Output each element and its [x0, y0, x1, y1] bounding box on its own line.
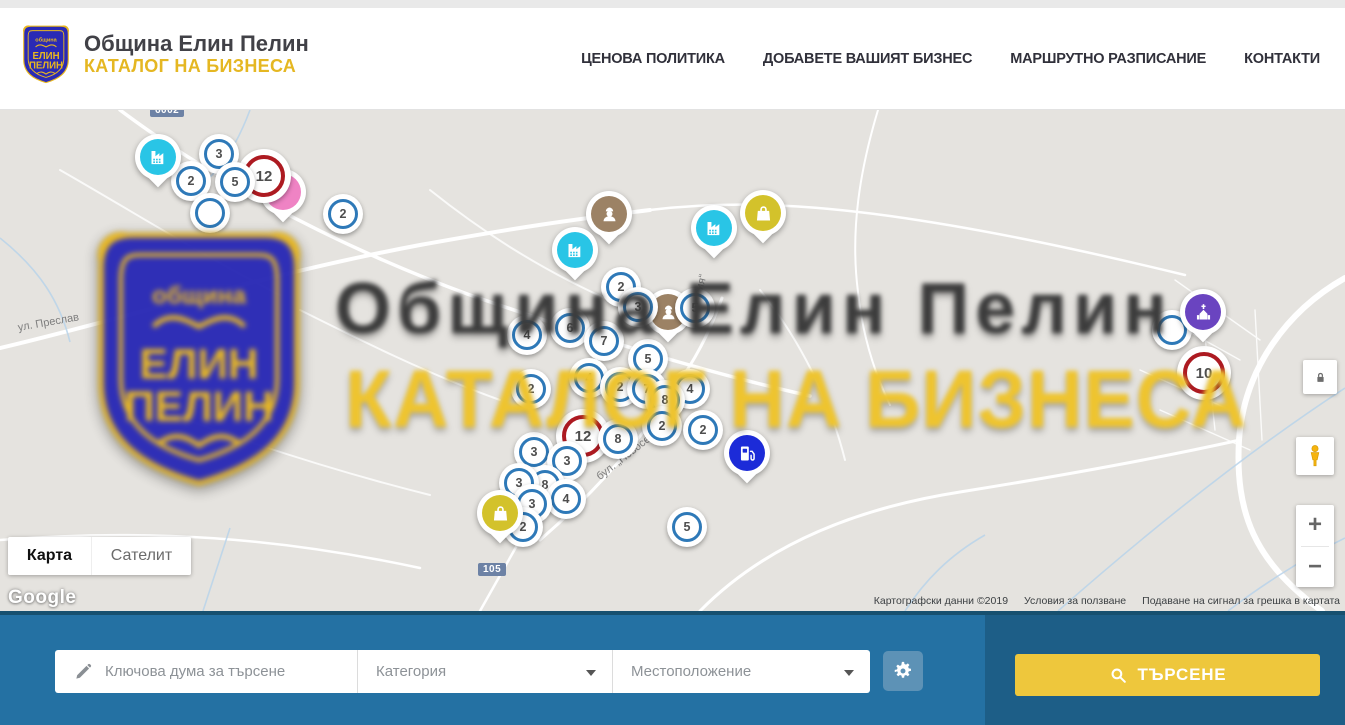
factory-icon — [565, 240, 586, 261]
nav-item[interactable]: МАРШРУТНО РАЗПИСАНИЕ — [1010, 51, 1206, 67]
cluster-marker[interactable]: 2 — [323, 194, 363, 234]
search-fields: Категория Местоположение — [55, 650, 870, 693]
keyword-input[interactable] — [103, 662, 337, 681]
keyword-field[interactable] — [55, 650, 357, 693]
attribution-item[interactable]: Условия за ползване — [1024, 595, 1126, 607]
bag-pin-marker[interactable] — [477, 490, 523, 552]
chevron-down-icon — [586, 670, 596, 676]
svg-text:община: община — [152, 283, 246, 310]
pin-head — [477, 490, 523, 536]
search-icon — [1109, 666, 1128, 685]
svg-text:ЕЛИН: ЕЛИН — [140, 341, 259, 388]
church-icon — [1193, 302, 1214, 323]
street-label: ул. Преслав — [17, 311, 80, 334]
shopping-bag-icon — [490, 503, 511, 524]
header: община ЕЛИН ПЕЛИН Община Елин Пелин КАТА… — [0, 8, 1345, 110]
gear-icon — [892, 660, 914, 682]
search-button-label: ТЪРСЕНЕ — [1138, 665, 1227, 685]
pegman-icon — [1303, 444, 1327, 468]
church-pin-marker[interactable] — [1180, 289, 1226, 351]
cluster-marker[interactable]: 5 — [667, 507, 707, 547]
road-badge: 105 — [478, 563, 506, 576]
nav-item[interactable]: ЦЕНОВА ПОЛИТИКА — [581, 51, 725, 67]
watermark-subtitle: КАТАЛОГ НА БИЗНЕСА — [345, 353, 1247, 447]
attribution-item: Картографски данни ©2019 — [874, 595, 1008, 607]
zoom-out-button[interactable]: − — [1296, 547, 1334, 588]
svg-text:ПЕЛИН: ПЕЛИН — [29, 60, 63, 71]
zoom-control: + − — [1296, 505, 1334, 587]
road-badge: 6002 — [150, 110, 184, 117]
pin-head — [740, 190, 786, 236]
location-select-label: Местоположение — [631, 663, 751, 680]
main-nav: ЦЕНОВА ПОЛИТИКА ДОБАВЕТЕ ВАШИЯТ БИЗНЕС МАР… — [581, 8, 1320, 110]
shopping-bag-icon — [753, 203, 774, 224]
map-type-control: Карта Сателит — [8, 537, 191, 575]
location-select[interactable]: Местоположение — [612, 650, 870, 693]
map-type-map-button[interactable]: Карта — [8, 537, 91, 575]
factory-icon — [704, 218, 725, 239]
nav-item[interactable]: КОНТАКТИ — [1244, 51, 1320, 67]
lock-control-button[interactable] — [1303, 360, 1337, 394]
search-bar: ТЪРСЕНЕ Категория Местоположение — [0, 611, 1345, 725]
watermark-logo-icon: община ЕЛИН ПЕЛИН — [85, 215, 313, 500]
advanced-search-button[interactable] — [883, 651, 923, 691]
map-attribution: Картографски данни ©2019 Условия за ползв… — [874, 595, 1340, 607]
chevron-down-icon — [844, 670, 854, 676]
pencil-icon — [73, 662, 93, 682]
worker-icon — [599, 204, 620, 225]
cluster-marker[interactable]: 4 — [546, 479, 586, 519]
search-button[interactable]: ТЪРСЕНЕ — [1015, 654, 1320, 696]
lock-icon — [1313, 370, 1328, 385]
street-view-pegman-button[interactable] — [1296, 437, 1334, 475]
map-type-satellite-button[interactable]: Сателит — [91, 537, 191, 575]
brand[interactable]: община ЕЛИН ПЕЛИН Община Елин Пелин КАТА… — [20, 22, 309, 86]
site-subtitle: КАТАЛОГ НА БИЗНЕСА — [84, 56, 309, 77]
pin-head — [1180, 289, 1226, 335]
google-logo[interactable]: Google — [8, 587, 76, 609]
site-title: Община Елин Пелин — [84, 31, 309, 56]
pin-head — [552, 227, 598, 273]
category-select[interactable]: Категория — [357, 650, 612, 693]
svg-text:ПЕЛИН: ПЕЛИН — [124, 383, 273, 430]
factory-pin-marker[interactable] — [691, 205, 737, 267]
watermark-title: Община Елин Пелин — [335, 268, 1173, 350]
category-select-label: Категория — [376, 663, 446, 680]
attribution-item[interactable]: Подаване на сигнал за грешка в картата — [1142, 595, 1340, 607]
zoom-in-button[interactable]: + — [1296, 505, 1334, 546]
map-canvas[interactable]: 6002105ул. Преславбул. „Новоселция“12325… — [0, 110, 1345, 611]
pin-head — [135, 134, 181, 180]
bag-pin-marker[interactable] — [740, 190, 786, 252]
svg-text:община: община — [35, 37, 57, 44]
factory-pin-marker[interactable] — [135, 134, 181, 196]
municipality-logo-icon: община ЕЛИН ПЕЛИН — [20, 22, 72, 86]
factory-icon — [148, 147, 169, 168]
nav-item[interactable]: ДОБАВЕТЕ ВАШИЯТ БИЗНЕС — [763, 51, 972, 67]
pin-head — [691, 205, 737, 251]
brand-text: Община Елин Пелин КАТАЛОГ НА БИЗНЕСА — [84, 31, 309, 77]
search-bar-right-panel: ТЪРСЕНЕ — [985, 615, 1345, 725]
